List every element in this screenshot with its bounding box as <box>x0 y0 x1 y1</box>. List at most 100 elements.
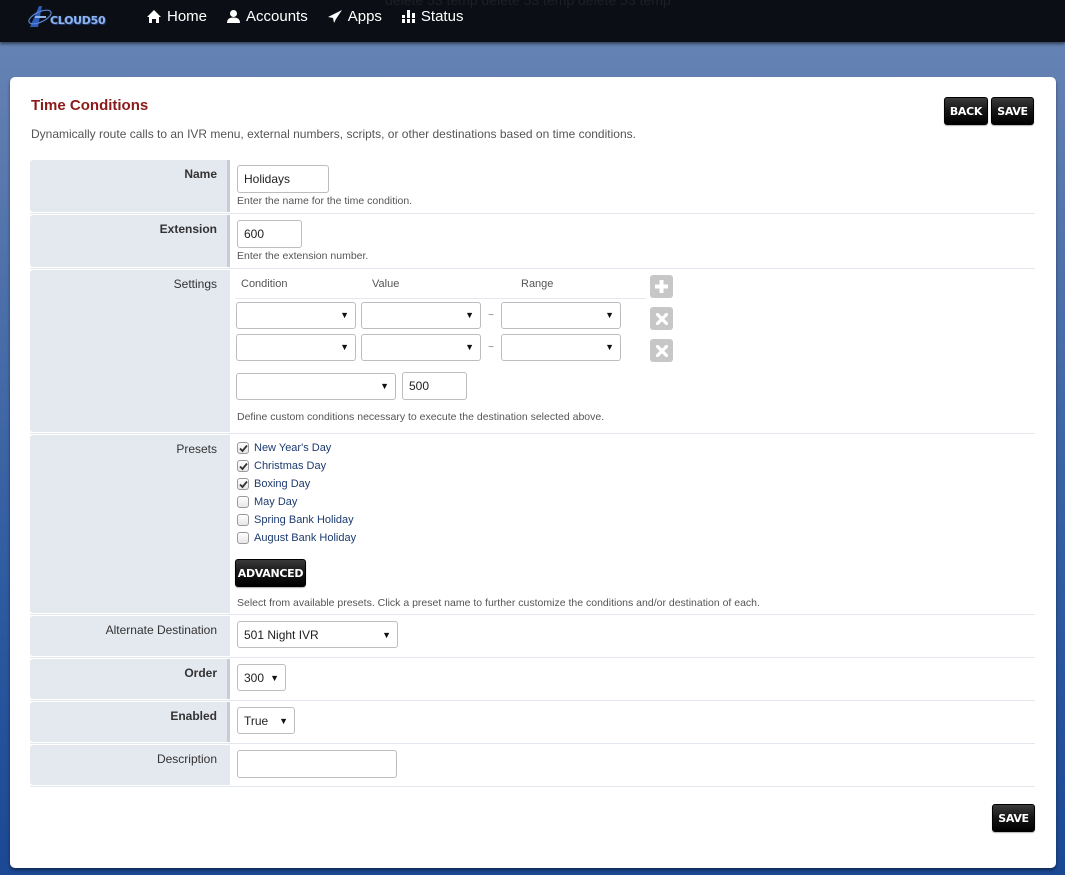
name-input[interactable]: Holidays <box>237 165 329 193</box>
description-label: Description <box>30 745 230 785</box>
preset-link[interactable]: Boxing Day <box>254 478 310 490</box>
home-icon <box>147 9 161 23</box>
user-icon <box>227 9 241 23</box>
value-column-header: Value <box>372 277 400 290</box>
main-nav: Home Accounts Apps Status <box>146 6 482 26</box>
nav-apps-label: Apps <box>347 7 382 25</box>
order-label: Order <box>30 659 230 699</box>
condition-column-header: Condition <box>241 277 288 290</box>
remove-condition-button[interactable] <box>650 339 673 362</box>
condition-select[interactable]: ▼ <box>236 333 356 361</box>
dropdown-arrow-icon: ▼ <box>380 381 389 391</box>
range-select[interactable]: ▼ <box>501 333 621 361</box>
nav-status-label: Status <box>420 7 464 25</box>
description-input[interactable] <box>237 750 397 778</box>
conditions-header: Condition Value Range <box>236 269 646 299</box>
nav-accounts-label: Accounts <box>246 7 308 25</box>
dropdown-arrow-icon: ▼ <box>279 715 288 726</box>
range-separator: ~ <box>488 341 494 353</box>
settings-help: Define custom conditions necessary to ex… <box>237 411 605 423</box>
page-title: Time Conditions <box>31 97 149 114</box>
checkmark-icon <box>238 444 248 452</box>
row-presets: Presets New Year's Day Christmas Day Boxin… <box>30 434 1035 615</box>
dropdown-arrow-icon: ▼ <box>270 672 279 683</box>
row-settings: Settings Condition Value Range ▼ ▼ ~ ▼ ▼… <box>30 269 1035 434</box>
preset-list: New Year's Day Christmas Day Boxing Day May… <box>237 439 1028 547</box>
preset-checkbox[interactable] <box>237 532 249 544</box>
enabled-label: Enabled <box>30 702 230 742</box>
checkmark-icon <box>238 462 248 470</box>
preset-link[interactable]: August Bank Holiday <box>254 532 356 544</box>
range-select[interactable]: ▼ <box>501 301 621 329</box>
preset-item: Boxing Day <box>237 475 1028 493</box>
dropdown-arrow-icon: ▼ <box>465 342 474 352</box>
order-select[interactable]: 300 ▼ <box>237 664 286 691</box>
page-description: Dynamically route calls to an IVR menu, … <box>31 127 636 141</box>
condition-select[interactable]: ▼ <box>236 301 356 329</box>
back-button[interactable]: BACK <box>944 97 988 125</box>
nav-status[interactable]: Status <box>400 6 464 26</box>
preset-checkbox[interactable] <box>237 460 249 472</box>
dropdown-arrow-icon: ▼ <box>465 310 474 320</box>
plus-icon <box>655 280 668 293</box>
destination-select[interactable]: ▼ <box>236 372 396 400</box>
dropdown-arrow-icon: ▼ <box>340 342 349 352</box>
dropdown-arrow-icon: ▼ <box>340 310 349 320</box>
row-order: Order 300 ▼ <box>30 658 1035 701</box>
preset-link[interactable]: New Year's Day <box>254 442 331 454</box>
save-button[interactable]: SAVE <box>991 97 1034 125</box>
preset-checkbox[interactable] <box>237 514 249 526</box>
row-alternate-destination: Alternate Destination 501 Night IVR ▼ <box>30 615 1035 658</box>
extension-help: Enter the extension number. <box>237 250 369 262</box>
alternate-destination-select[interactable]: 501 Night IVR ▼ <box>237 621 398 648</box>
dropdown-arrow-icon: ▼ <box>382 629 391 640</box>
advanced-button[interactable]: ADVANCED <box>235 559 306 587</box>
add-condition-button[interactable] <box>650 275 673 298</box>
name-help: Enter the name for the time condition. <box>237 195 413 207</box>
range-column-header: Range <box>521 277 554 290</box>
top-navbar: delete 53 temp delete 53 temp delete 53 … <box>0 0 1065 42</box>
bottom-save-button[interactable]: SAVE <box>992 804 1035 832</box>
dropdown-arrow-icon: ▼ <box>605 310 614 320</box>
preset-checkbox[interactable] <box>237 478 249 490</box>
preset-item: August Bank Holiday <box>237 529 1028 547</box>
condition-row: ▼ ▼ ~ ▼ <box>236 331 1029 363</box>
nav-apps[interactable]: Apps <box>327 6 382 26</box>
settings-label: Settings <box>30 270 230 432</box>
paper-plane-icon <box>327 9 342 23</box>
presets-label: Presets <box>30 435 230 613</box>
cloud50-logo[interactable]: CLOUD50 <box>26 3 116 31</box>
preset-checkbox[interactable] <box>237 496 249 508</box>
presets-help: Select from available presets. Click a p… <box>237 597 760 609</box>
dropdown-arrow-icon: ▼ <box>605 342 614 352</box>
row-enabled: Enabled True ▼ <box>30 701 1035 744</box>
nav-accounts[interactable]: Accounts <box>226 6 308 26</box>
row-name: Name Holidays Enter the name for the tim… <box>30 159 1035 214</box>
preset-link[interactable]: Spring Bank Holiday <box>254 514 354 526</box>
nav-home-label: Home <box>167 7 208 25</box>
main-panel: Time Conditions Dynamically route calls … <box>10 77 1056 868</box>
row-description: Description <box>30 744 1035 787</box>
remove-condition-button[interactable] <box>650 307 673 330</box>
preset-checkbox[interactable] <box>237 442 249 454</box>
logo-text: CLOUD50 <box>50 13 106 27</box>
alternate-destination-label: Alternate Destination <box>30 616 230 656</box>
logo-icon <box>28 6 52 27</box>
row-extension: Extension 600 Enter the extension number… <box>30 214 1035 269</box>
close-icon <box>655 344 668 357</box>
preset-link[interactable]: May Day <box>254 496 297 508</box>
preset-item: May Day <box>237 493 1028 511</box>
preset-link[interactable]: Christmas Day <box>254 460 326 472</box>
enabled-select[interactable]: True ▼ <box>237 707 295 734</box>
time-condition-form: Name Holidays Enter the name for the tim… <box>30 159 1035 787</box>
destination-row: ▼ 500 <box>236 371 1029 401</box>
extension-label: Extension <box>30 215 230 267</box>
nav-home[interactable]: Home <box>146 6 207 26</box>
extension-input[interactable]: 600 <box>237 220 302 248</box>
bar-chart-icon <box>400 9 416 23</box>
value-select[interactable]: ▼ <box>361 333 481 361</box>
close-icon <box>655 312 668 325</box>
destination-input[interactable]: 500 <box>402 372 467 400</box>
value-select[interactable]: ▼ <box>361 301 481 329</box>
preset-item: Spring Bank Holiday <box>237 511 1028 529</box>
